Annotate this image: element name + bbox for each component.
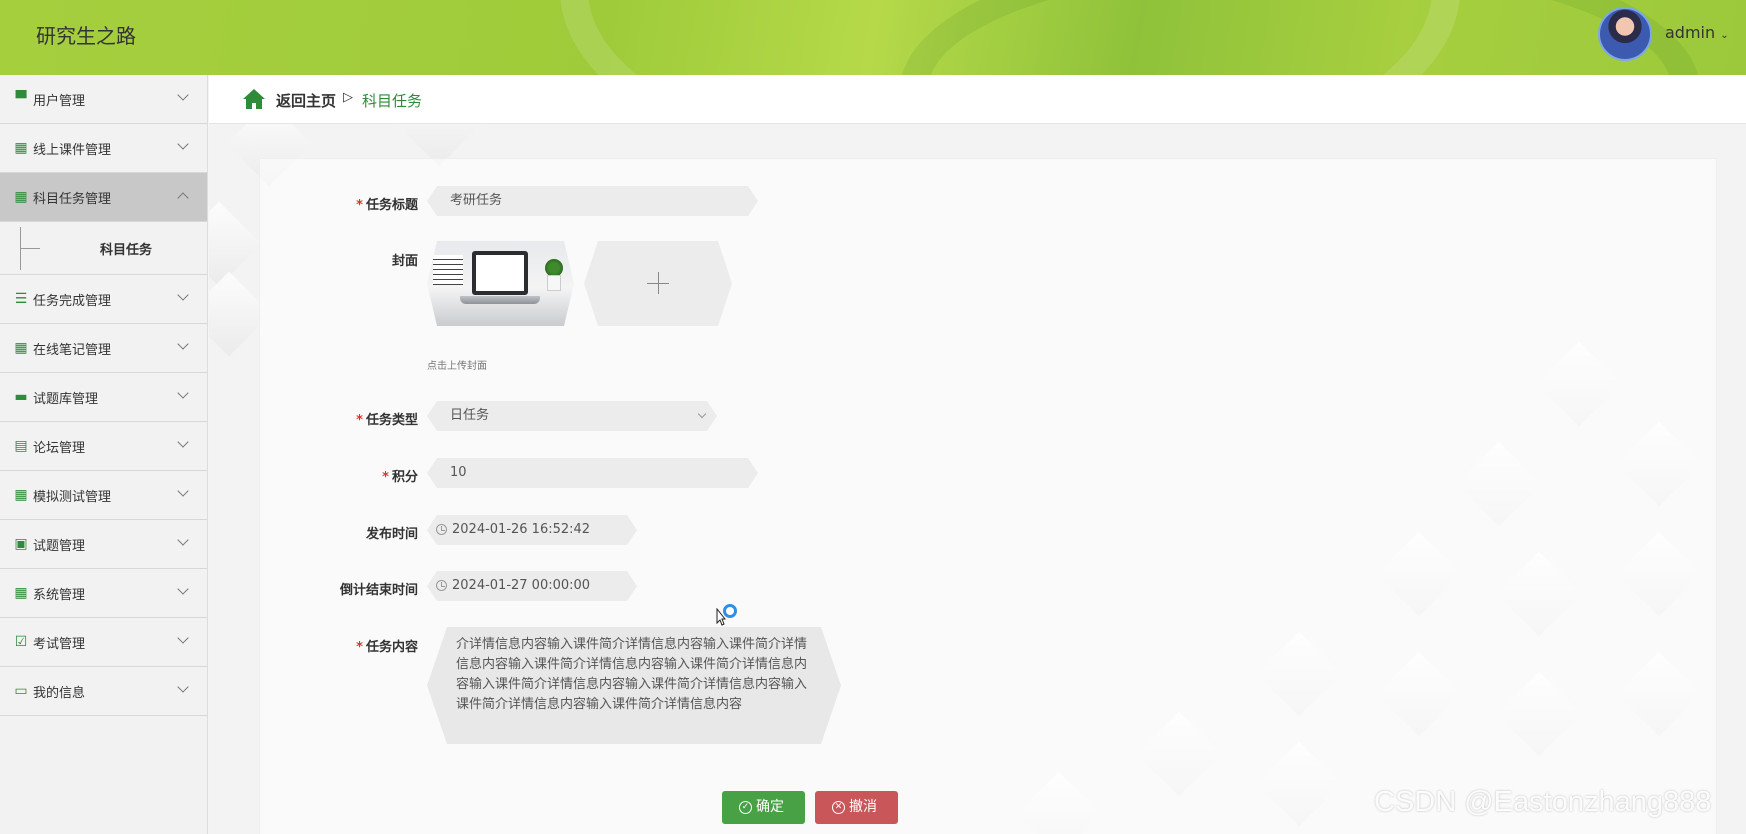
sidebar-item-mock-test[interactable]: ▦ 模拟测试管理	[0, 471, 207, 520]
sidebar-item-task-completion[interactable]: ☰ 任务完成管理	[0, 275, 207, 324]
clock-icon	[436, 580, 447, 591]
points-input[interactable]: 10	[427, 458, 758, 488]
sidebar-item-courseware[interactable]: ▦ 线上课件管理	[0, 124, 207, 173]
publish-time-label: 发布时间	[365, 527, 418, 542]
breadcrumb-separator: ▷	[343, 90, 353, 105]
chevron-up-icon	[177, 192, 189, 204]
grid-icon: ▦	[14, 585, 28, 601]
sidebar: ▀ 用户管理 ▦ 线上课件管理 ▦ 科目任务管理 科目任务 ☰ 任务完成管理 ▦…	[0, 75, 208, 834]
pin-icon: ▀	[15, 91, 27, 107]
chevron-down-icon	[177, 89, 189, 101]
breadcrumb: 返回主页 ▷ 科目任务	[209, 75, 1746, 124]
sidebar-item-subject-task[interactable]: ▦ 科目任务管理	[0, 173, 207, 222]
home-icon[interactable]	[242, 88, 266, 110]
header-decoration	[900, 0, 1700, 75]
check-circle-icon: ✓	[739, 801, 752, 814]
cancel-button[interactable]: ✕ 撤消	[815, 791, 898, 824]
chevron-down-icon	[177, 387, 189, 399]
bg-tile	[209, 201, 262, 287]
card-icon: ▭	[14, 683, 28, 699]
cover-label: 封面	[391, 254, 418, 269]
sidebar-item-question-bank[interactable]: ▬ 试题库管理	[0, 373, 207, 422]
chevron-down-icon	[177, 338, 189, 350]
grid-icon: ▦	[14, 189, 28, 205]
sidebar-item-label: 论坛管理	[33, 440, 86, 456]
monitor-icon: ▬	[14, 389, 28, 405]
sidebar-item-label: 科目任务管理	[33, 191, 112, 207]
publish-time-picker[interactable]: 2024-01-26 16:52:42	[427, 515, 637, 545]
checkbox-icon: ☑	[14, 634, 28, 650]
sidebar-item-system[interactable]: ▦ 系统管理	[0, 569, 207, 618]
sidebar-subitem-label: 科目任务	[99, 243, 152, 258]
sidebar-subitem-subject-task[interactable]: 科目任务	[0, 222, 207, 275]
tree-line	[20, 248, 40, 249]
sidebar-item-user-management[interactable]: ▀ 用户管理	[0, 75, 207, 124]
grid-icon: ▦	[14, 487, 28, 503]
sidebar-item-label: 模拟测试管理	[33, 489, 112, 505]
cover-image[interactable]	[427, 241, 574, 326]
deadline-label: 倒计结束时间	[339, 583, 418, 598]
top-header: 研究生之路 admin ⌄	[0, 0, 1746, 75]
user-menu[interactable]: admin ⌄	[1665, 23, 1729, 42]
upload-hint: 点击上传封面	[427, 361, 487, 372]
task-type-select[interactable]: 日任务	[427, 401, 717, 431]
sidebar-item-questions[interactable]: ▣ 试题管理	[0, 520, 207, 569]
task-title-label: * 任务标题	[356, 198, 418, 213]
points-label: * 积分	[382, 470, 418, 485]
sidebar-item-label: 我的信息	[33, 685, 86, 701]
close-circle-icon: ✕	[832, 801, 845, 814]
deadline-picker[interactable]: 2024-01-27 00:00:00	[427, 571, 637, 601]
grid-icon: ▦	[14, 340, 28, 356]
sidebar-item-label: 考试管理	[33, 636, 86, 652]
breadcrumb-current: 科目任务	[362, 92, 423, 110]
sidebar-item-label: 试题库管理	[33, 391, 99, 407]
upload-cover-button[interactable]	[584, 241, 732, 326]
clipboard-icon: ▤	[14, 438, 28, 454]
sidebar-item-my-info[interactable]: ▭ 我的信息	[0, 667, 207, 716]
app-title: 研究生之路	[36, 24, 136, 48]
user-name: admin	[1665, 23, 1716, 42]
sidebar-item-label: 线上课件管理	[33, 142, 112, 158]
clock-icon	[436, 524, 447, 535]
task-content-label: * 任务内容	[356, 640, 418, 655]
task-content-textarea[interactable]: 介详情信息内容输入课件简介详情信息内容输入课件简介详情信息内容输入课件简介详情信…	[427, 627, 841, 744]
mouse-pointer-icon	[716, 608, 726, 626]
sidebar-item-label: 在线笔记管理	[33, 342, 112, 358]
back-home-link[interactable]: 返回主页	[276, 90, 336, 111]
chevron-down-icon	[177, 436, 189, 448]
chevron-down-icon	[177, 289, 189, 301]
sidebar-item-label: 系统管理	[33, 587, 86, 603]
sidebar-item-exam[interactable]: ☑ 考试管理	[0, 618, 207, 667]
chevron-down-icon	[177, 534, 189, 546]
grid-icon: ▦	[14, 140, 28, 156]
chevron-down-icon: ⌄	[1720, 30, 1729, 41]
chevron-down-icon	[177, 485, 189, 497]
chevron-down-icon	[698, 410, 706, 418]
sidebar-item-label: 任务完成管理	[33, 293, 112, 309]
chevron-down-icon	[177, 632, 189, 644]
sidebar-item-forum[interactable]: ▤ 论坛管理	[0, 422, 207, 471]
confirm-button[interactable]: ✓ 确定	[722, 791, 805, 824]
task-title-input[interactable]: 考研任务	[427, 186, 758, 216]
sidebar-item-notes[interactable]: ▦ 在线笔记管理	[0, 324, 207, 373]
wallet-icon: ▣	[14, 536, 28, 552]
sidebar-item-label: 用户管理	[33, 93, 86, 109]
chevron-down-icon	[177, 583, 189, 595]
avatar[interactable]	[1598, 7, 1652, 61]
chevron-down-icon	[177, 681, 189, 693]
watermark: CSDN @Eastonzhang888	[1374, 786, 1712, 818]
chevron-down-icon	[177, 138, 189, 150]
task-type-label: * 任务类型	[356, 413, 418, 428]
list-icon: ☰	[14, 291, 28, 307]
sidebar-item-label: 试题管理	[33, 538, 86, 554]
